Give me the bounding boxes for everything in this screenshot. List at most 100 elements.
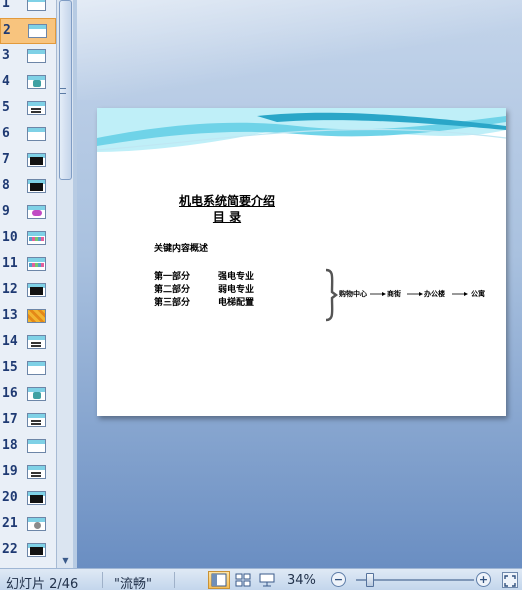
zoom-out-button[interactable]: −: [331, 572, 346, 587]
slide-thumbnail[interactable]: 22: [0, 538, 56, 564]
scrollbar-grip-icon: [60, 88, 66, 94]
slide-thumbnail[interactable]: 12: [0, 278, 56, 304]
normal-view-icon: [211, 573, 227, 587]
thumbnail-scrollbar[interactable]: ▼: [56, 0, 73, 568]
slide-number: 16: [2, 386, 18, 401]
slide-number: 14: [2, 334, 18, 349]
slide-preview: [27, 543, 46, 557]
slide-preview: [27, 387, 46, 401]
status-divider: [102, 572, 103, 588]
slide-thumbnail-pane[interactable]: 1 2 3 4 5 6 7 8 9 10 11 12 13 14 15 16 17 18 19 20 21 22: [0, 0, 56, 568]
slide-number: 5: [2, 100, 10, 115]
slide-preview: [27, 127, 46, 141]
status-divider: [174, 572, 175, 588]
slide-number: 8: [2, 178, 10, 193]
section-heading[interactable]: 关键内容概述: [154, 241, 208, 254]
slide-preview: [27, 413, 46, 427]
slide-number: 7: [2, 152, 10, 167]
flow-node-2[interactable]: 商街: [387, 289, 401, 299]
part-row-2[interactable]: 第二部分 弱电专业: [154, 282, 254, 295]
part-label: 第一部分: [154, 272, 191, 282]
slide-thumbnail[interactable]: 4: [0, 70, 56, 96]
slide-title[interactable]: 机电系统简要介绍: [167, 192, 287, 209]
slide-number: 18: [2, 438, 18, 453]
slide-thumbnail[interactable]: 6: [0, 122, 56, 148]
status-bar: 幻灯片 2/46 "流畅" 34% − +: [0, 568, 522, 590]
slide-thumbnail[interactable]: 19: [0, 460, 56, 486]
slide-thumbnail[interactable]: 17: [0, 408, 56, 434]
slide-thumbnail[interactable]: 3: [0, 44, 56, 70]
slide-preview: [27, 179, 46, 193]
slide-thumbnail[interactable]: 9: [0, 200, 56, 226]
slide-thumbnail[interactable]: 2: [0, 18, 56, 44]
slide-wave-decoration: [97, 108, 506, 152]
flow-node-3[interactable]: 办公楼: [424, 289, 445, 299]
slide-number: 6: [2, 126, 10, 141]
theme-name[interactable]: "流畅": [114, 573, 152, 590]
slideshow-icon: [259, 573, 275, 587]
normal-view-button[interactable]: [208, 571, 230, 589]
slide-number: 13: [2, 308, 18, 323]
slide-number: 9: [2, 204, 10, 219]
slide-number: 4: [2, 74, 10, 89]
zoom-slider-knob[interactable]: [366, 573, 375, 587]
flow-node-1[interactable]: 购物中心: [339, 289, 367, 299]
slide-number: 10: [2, 230, 18, 245]
slide-preview: [27, 361, 46, 375]
slide-thumbnail[interactable]: 20: [0, 486, 56, 512]
slide-thumbnail[interactable]: 8: [0, 174, 56, 200]
slide-number: 1: [2, 0, 10, 11]
slide-thumbnail[interactable]: 21: [0, 512, 56, 538]
slide-preview: [27, 0, 46, 11]
slide-thumbnail[interactable]: 15: [0, 356, 56, 382]
slide-preview: [27, 517, 46, 531]
slide-thumbnail[interactable]: 18: [0, 434, 56, 460]
workspace-background: [77, 0, 522, 100]
zoom-in-button[interactable]: +: [476, 572, 491, 587]
fit-window-icon: [504, 575, 516, 587]
slide-preview: [28, 24, 47, 38]
part-row-1[interactable]: 第一部分 强电专业: [154, 269, 254, 282]
slide-preview: [27, 205, 46, 219]
scroll-down-arrow-icon[interactable]: ▼: [60, 555, 71, 566]
slide-number: 19: [2, 464, 18, 479]
slide-preview: [27, 283, 46, 297]
slide-number: 2: [3, 23, 11, 38]
slideshow-button[interactable]: [256, 571, 278, 589]
slide-preview: [27, 491, 46, 505]
slide-preview: [27, 309, 46, 323]
slide-thumbnail[interactable]: 5: [0, 96, 56, 122]
part-description: 电梯配置: [218, 298, 255, 308]
slide-thumbnail[interactable]: 7: [0, 148, 56, 174]
slide-indicator: 幻灯片 2/46: [6, 577, 79, 590]
slide-sorter-button[interactable]: [232, 571, 254, 589]
flow-node-4[interactable]: 公寓: [471, 289, 485, 299]
slide-preview: [27, 335, 46, 349]
slide-preview: [27, 231, 46, 245]
slide-preview: [27, 257, 46, 271]
slide-thumbnail[interactable]: 13: [0, 304, 56, 330]
slide-thumbnail[interactable]: 1: [0, 0, 56, 18]
slide-number: 15: [2, 360, 18, 375]
slide-number: 21: [2, 516, 18, 531]
slide-thumbnail[interactable]: 10: [0, 226, 56, 252]
slide-number: 12: [2, 282, 18, 297]
current-slide[interactable]: 机电系统简要介绍 目 录 关键内容概述 第一部分 强电专业 第二部分 弱电专业 …: [97, 108, 506, 416]
slide-preview: [27, 101, 46, 115]
slide-subtitle[interactable]: 目 录: [167, 208, 287, 225]
part-description: 弱电专业: [218, 285, 255, 295]
part-row-3[interactable]: 第三部分 电梯配置: [154, 295, 254, 308]
zoom-level[interactable]: 34%: [287, 573, 316, 588]
slide-number: 22: [2, 542, 18, 557]
slide-number: 3: [2, 48, 10, 63]
slide-thumbnail[interactable]: 14: [0, 330, 56, 356]
part-description: 强电专业: [218, 272, 255, 282]
slide-preview: [27, 465, 46, 479]
slide-preview: [27, 75, 46, 89]
fit-to-window-button[interactable]: [502, 572, 518, 588]
slide-thumbnail[interactable]: 16: [0, 382, 56, 408]
slide-preview: [27, 49, 46, 63]
slide-preview: [27, 153, 46, 167]
slide-thumbnail[interactable]: 11: [0, 252, 56, 278]
slide-sorter-icon: [235, 573, 251, 587]
